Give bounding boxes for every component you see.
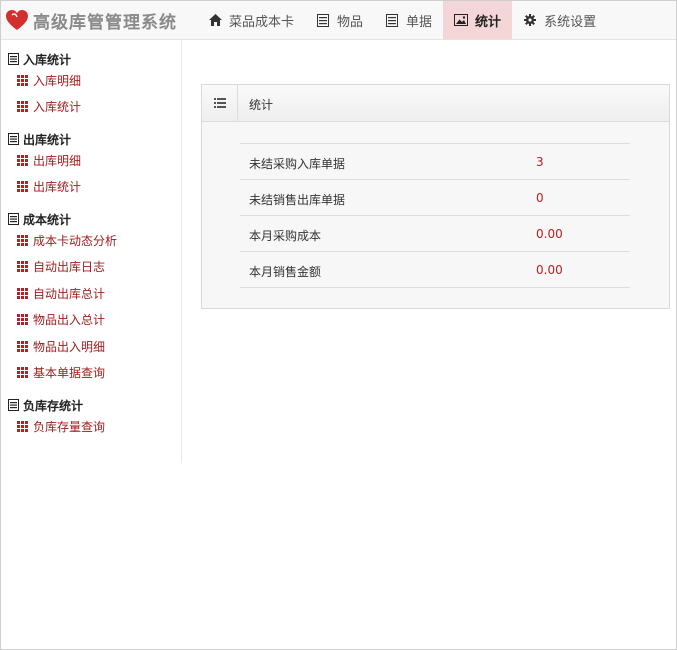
grid-icon	[17, 154, 28, 166]
sidebar-group-stock-in: 入库统计 入库明细 入库统计	[1, 51, 181, 120]
stat-row: 本月采购成本 0.00	[240, 216, 630, 252]
sidebar-group-label: 负库存统计	[23, 398, 84, 413]
nav-label: 系统设置	[544, 14, 597, 30]
gear-icon	[523, 13, 537, 27]
list-icon	[8, 133, 19, 145]
brand-title: 高级库管管理系统	[33, 12, 177, 33]
stats-table: 未结采购入库单据 3 未结销售出库单据 0 本月采购成本 0.00 本月销售金额…	[240, 143, 630, 288]
stat-label: 本月采购成本	[249, 229, 322, 243]
nav-label: 菜品成本卡	[229, 14, 295, 30]
grid-icon	[17, 367, 28, 379]
list-icon	[385, 13, 399, 27]
sidebar-group-title: 成本统计	[1, 211, 181, 227]
stat-label: 未结采购入库单据	[249, 157, 346, 171]
grid-icon	[17, 314, 28, 326]
nav-label: 单据	[406, 14, 433, 30]
statistics-panel: 统计 未结采购入库单据 3 未结销售出库单据 0 本月采购成本 0.00 本月销…	[201, 84, 670, 309]
stat-row: 本月销售金额 0.00	[240, 252, 630, 288]
sidebar-item[interactable]: 成本卡动态分析	[1, 227, 181, 254]
panel-header: 统计	[202, 85, 669, 122]
grid-icon	[17, 420, 28, 432]
stat-value: 0.00	[536, 227, 563, 241]
sidebar-item-label: 入库明细	[33, 73, 82, 88]
sidebar-item-label: 成本卡动态分析	[33, 233, 118, 248]
sidebar-item[interactable]: 自动出库总计	[1, 280, 181, 307]
sidebar-item[interactable]: 入库统计	[1, 94, 181, 121]
main-nav: 菜品成本卡 物品 单据 统计 系统设置	[197, 1, 607, 39]
sidebar-item-label: 负库存量查询	[33, 419, 106, 434]
stat-row: 未结销售出库单据 0	[240, 180, 630, 216]
sidebar-item-label: 基本单据查询	[33, 366, 106, 381]
sidebar-group-label: 出库统计	[23, 132, 72, 147]
list-icon	[8, 213, 19, 225]
sidebar-group-title: 负库存统计	[1, 397, 181, 413]
sidebar-item-label: 自动出库总计	[33, 286, 106, 301]
brand[interactable]: 高级库管管理系统	[5, 7, 177, 33]
sidebar-group-title: 出库统计	[1, 131, 181, 147]
stat-label: 未结销售出库单据	[249, 193, 346, 207]
sidebar-item[interactable]: 自动出库日志	[1, 254, 181, 281]
grid-icon	[17, 101, 28, 113]
sidebar-item[interactable]: 出库统计	[1, 174, 181, 201]
sidebar-item[interactable]: 物品出入总计	[1, 307, 181, 334]
sidebar-item[interactable]: 负库存量查询	[1, 413, 181, 440]
nav-label: 统计	[475, 14, 502, 30]
grid-icon	[17, 74, 28, 86]
sidebar-item[interactable]: 基本单据查询	[1, 360, 181, 387]
sidebar-group-label: 成本统计	[23, 212, 72, 227]
panel-title: 统计	[249, 98, 274, 112]
sidebar-group-label: 入库统计	[23, 52, 72, 67]
nav-item-settings[interactable]: 系统设置	[512, 1, 607, 39]
stat-label: 本月销售金额	[249, 265, 322, 279]
home-icon	[208, 13, 222, 27]
sidebar-item-label: 出库明细	[33, 153, 82, 168]
list-icon	[316, 13, 330, 27]
sidebar-item-label: 自动出库日志	[33, 260, 106, 275]
stat-value: 3	[536, 155, 544, 169]
sidebar: 入库统计 入库明细 入库统计 出库统计 出库明细 出库统计 成本统计 成本卡动态…	[1, 40, 182, 463]
sidebar-item-label: 物品出入总计	[33, 313, 106, 328]
list-icon	[8, 399, 19, 411]
nav-label: 物品	[337, 14, 364, 30]
top-navbar: 高级库管管理系统 菜品成本卡 物品 单据 统计 系统设置	[1, 1, 676, 40]
grid-icon	[17, 234, 28, 246]
sidebar-group-cost: 成本统计 成本卡动态分析 自动出库日志 自动出库总计 物品出入总计 物品出入明细	[1, 211, 181, 386]
sidebar-group-negative-stock: 负库存统计 负库存量查询	[1, 397, 181, 440]
image-icon	[454, 13, 469, 27]
sidebar-item-label: 物品出入明细	[33, 339, 106, 354]
grid-icon	[17, 340, 28, 352]
nav-item-statistics[interactable]: 统计	[443, 1, 513, 39]
grid-icon	[17, 181, 28, 193]
sidebar-item[interactable]: 入库明细	[1, 67, 181, 94]
nav-item-recipe-cost[interactable]: 菜品成本卡	[197, 1, 305, 39]
stat-row: 未结采购入库单据 3	[240, 144, 630, 180]
sidebar-item[interactable]: 物品出入明细	[1, 333, 181, 360]
app-frame: 高级库管管理系统 菜品成本卡 物品 单据 统计 系统设置 入库统计 入库明细 入…	[0, 0, 677, 650]
brand-logo-icon	[6, 10, 28, 30]
sidebar-group-title: 入库统计	[1, 51, 181, 67]
sidebar-item[interactable]: 出库明细	[1, 147, 181, 174]
nav-item-items[interactable]: 物品	[305, 1, 374, 39]
list-icon	[202, 85, 238, 121]
list-icon	[8, 53, 19, 65]
stat-value: 0	[536, 191, 544, 205]
grid-icon	[17, 261, 28, 273]
stat-value: 0.00	[536, 263, 563, 277]
sidebar-item-label: 入库统计	[33, 100, 82, 115]
sidebar-item-label: 出库统计	[33, 180, 82, 195]
nav-item-documents[interactable]: 单据	[374, 1, 443, 39]
sidebar-group-stock-out: 出库统计 出库明细 出库统计	[1, 131, 181, 200]
grid-icon	[17, 287, 28, 299]
